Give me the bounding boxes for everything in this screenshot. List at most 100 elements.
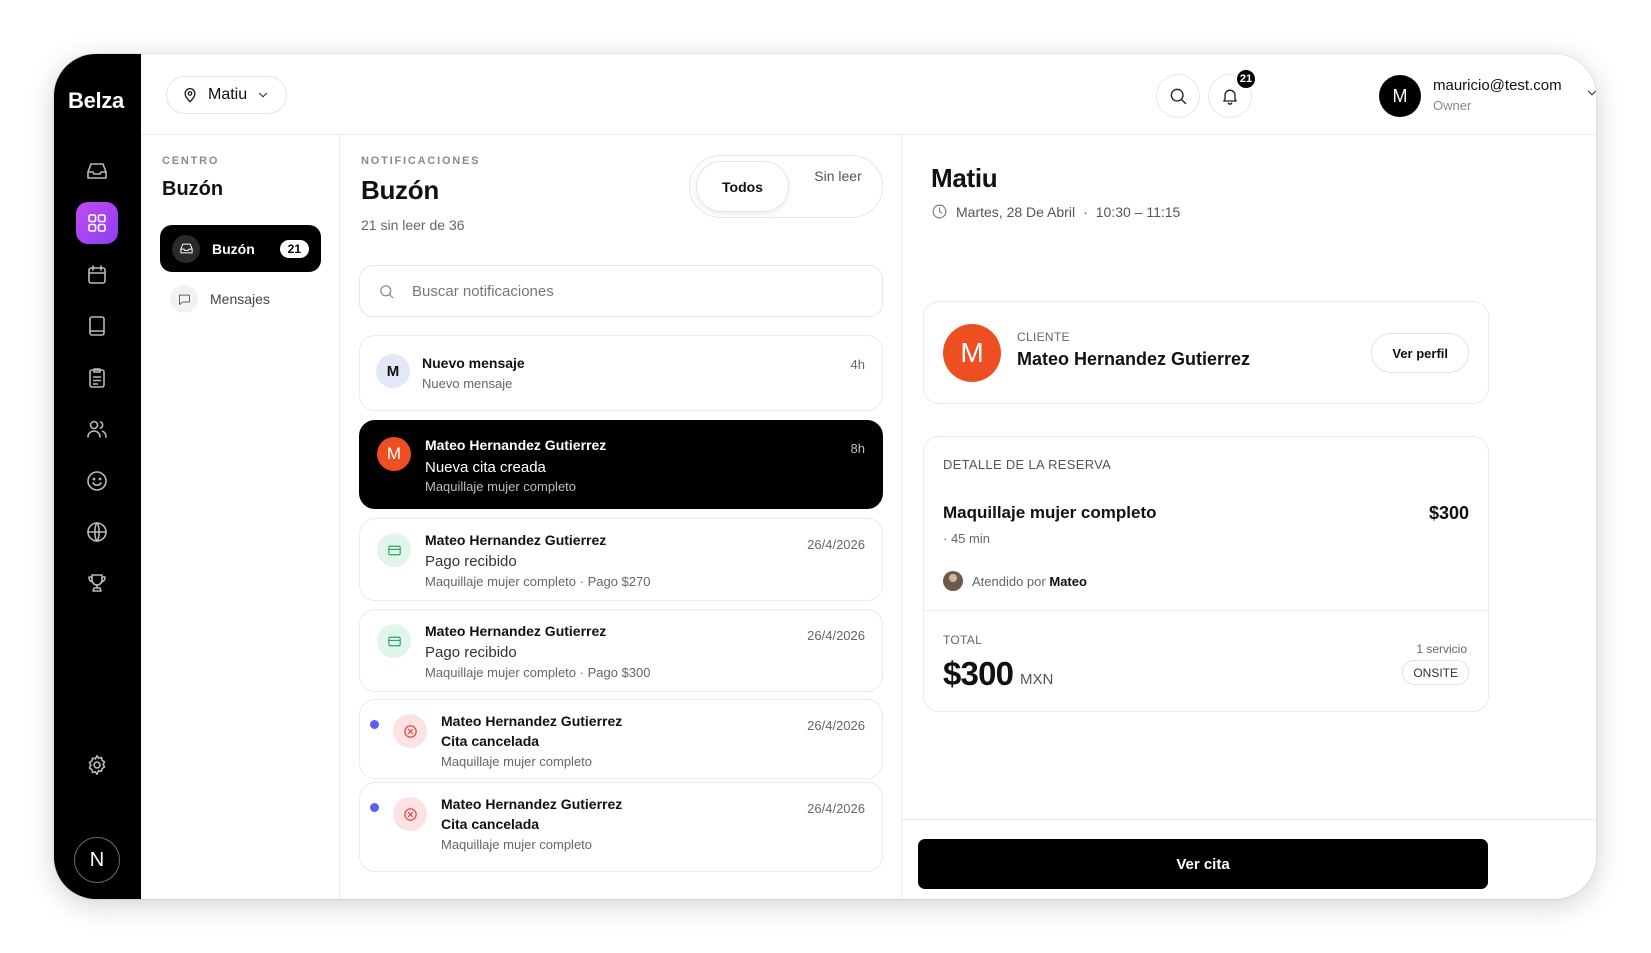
total-eyebrow: TOTAL <box>943 633 983 647</box>
center-eyebrow: CENTRO <box>162 155 220 167</box>
attended-prefix: Atendido por <box>972 573 1046 589</box>
divider <box>902 819 1596 820</box>
rail-calendar[interactable] <box>76 254 118 296</box>
notification-time: 26/4/2026 <box>807 628 865 643</box>
trophy-icon <box>88 574 106 592</box>
payment-icon <box>377 624 411 658</box>
booking-eyebrow: DETALLE DE LA RESERVA <box>943 457 1112 472</box>
sidebar-rail: Belza N <box>54 54 141 899</box>
notification-meta: Maquillaje mujer completo <box>425 479 577 494</box>
smile-icon <box>87 471 107 491</box>
client-eyebrow: CLIENTE <box>1017 330 1070 344</box>
nav-item-messages[interactable]: Mensajes <box>170 285 270 313</box>
app-window: Belza N Matiu 21 M mauricio@test.com Own… <box>54 54 1596 899</box>
book-icon <box>89 316 105 336</box>
nav-item-label: Mensajes <box>210 291 270 307</box>
grid-icon <box>88 214 106 232</box>
notification-item[interactable]: Mateo Hernandez Gutierrez Pago recibido … <box>359 609 883 692</box>
search-icon <box>1170 88 1187 105</box>
notifications-panel: NOTIFICACIONES Buzón 21 sin leer de 36 T… <box>340 135 902 899</box>
rail-clients[interactable] <box>76 408 118 450</box>
rail-website[interactable] <box>76 511 118 553</box>
nav-item-label: Buzón <box>212 240 255 257</box>
notification-item[interactable]: M Nuevo mensaje Nuevo mensaje 4h <box>359 335 883 411</box>
clock-icon <box>932 204 947 219</box>
notification-count-badge: 21 <box>1235 68 1257 90</box>
total-amount: $300 <box>943 655 1014 692</box>
notification-meta: Maquillaje mujer completo <box>441 754 593 769</box>
filter-all-button[interactable]: Todos <box>696 161 789 212</box>
gear-icon <box>88 755 106 775</box>
users-icon <box>87 420 107 438</box>
notification-line: Cita cancelada <box>441 733 540 749</box>
notification-search <box>359 265 883 317</box>
notification-item[interactable]: Mateo Hernandez Gutierrez Pago recibido … <box>359 518 883 601</box>
service-name: Maquillaje mujer completo <box>943 503 1157 522</box>
inbox-icon <box>172 234 200 263</box>
globe-icon <box>87 522 107 542</box>
notifications-title: Buzón <box>361 175 439 205</box>
notification-item-unread[interactable]: Mateo Hernandez Gutierrez Cita cancelada… <box>359 699 883 779</box>
rail-rewards[interactable] <box>76 562 118 604</box>
notification-line: Cita cancelada <box>441 816 540 832</box>
total-currency: MXN <box>1020 671 1054 688</box>
center-panel: CENTRO Buzón Buzón 21 Mensajes <box>141 135 340 899</box>
client-name: Mateo Hernandez Gutierrez <box>1017 349 1251 369</box>
notifications-eyebrow: NOTIFICACIONES <box>361 155 481 167</box>
center-title: Buzón <box>162 178 224 200</box>
calendar-icon <box>88 265 106 284</box>
client-card: M CLIENTE Mateo Hernandez Gutierrez Ver … <box>923 301 1489 404</box>
notification-item-selected[interactable]: M Mateo Hernandez Gutierrez Nueva cita c… <box>359 420 883 509</box>
service-count: 1 servicio <box>1416 642 1467 656</box>
rail-satisfaction[interactable] <box>76 460 118 502</box>
chevron-down-icon <box>1587 90 1596 96</box>
account-avatar[interactable]: N <box>74 837 120 883</box>
user-menu-toggle[interactable] <box>1585 86 1596 105</box>
sender-avatar: M <box>376 354 410 388</box>
divider <box>924 610 1488 611</box>
rail-book[interactable] <box>76 305 118 347</box>
search-button[interactable] <box>1156 74 1200 118</box>
rail-dashboard[interactable] <box>76 202 118 244</box>
notification-time: 4h <box>850 357 865 372</box>
view-appointment-button[interactable]: Ver cita <box>918 839 1488 889</box>
cancel-icon <box>393 797 427 831</box>
notification-line: Pago recibido <box>425 644 517 661</box>
user-avatar[interactable]: M <box>1379 75 1421 117</box>
filter-unread-button[interactable]: Sin leer <box>800 166 876 186</box>
notification-time: 26/4/2026 <box>807 537 865 552</box>
staff-avatar <box>943 571 963 591</box>
datetime-separator: · <box>1083 203 1088 220</box>
notification-time: 26/4/2026 <box>807 801 865 816</box>
unread-dot <box>370 720 379 729</box>
filter-toggle: Todos Sin leer <box>689 155 883 218</box>
chevron-down-icon <box>259 92 268 98</box>
search-input[interactable] <box>412 282 852 300</box>
notifications-button[interactable]: 21 <box>1208 68 1257 118</box>
rail-settings[interactable] <box>76 744 118 786</box>
rail-inbox[interactable] <box>76 150 118 192</box>
mode-badge: ONSITE <box>1402 660 1469 685</box>
service-duration: · 45 min <box>943 531 990 546</box>
notification-item-unread[interactable]: Mateo Hernandez Gutierrez Cita cancelada… <box>359 782 883 872</box>
notification-title: Mateo Hernandez Gutierrez <box>425 437 607 453</box>
view-profile-button[interactable]: Ver perfil <box>1371 333 1469 373</box>
notification-title: Mateo Hernandez Gutierrez <box>441 796 623 812</box>
notification-line: Nuevo mensaje <box>422 376 513 391</box>
notification-meta: Maquillaje mujer completo · Pago $270 <box>425 574 651 589</box>
detail-title: Matiu <box>931 163 998 193</box>
detail-panel: Matiu Martes, 28 De Abril · 10:30 – 11:1… <box>902 135 1596 899</box>
notification-title: Mateo Hernandez Gutierrez <box>425 532 607 548</box>
location-selector[interactable]: Matiu <box>166 76 288 114</box>
cancel-icon <box>393 714 427 748</box>
map-pin-icon <box>184 88 196 103</box>
booking-detail-card: DETALLE DE LA RESERVA Maquillaje mujer c… <box>923 436 1489 712</box>
notification-title: Nuevo mensaje <box>422 355 525 371</box>
notification-line: Nueva cita creada <box>425 459 546 476</box>
user-email: mauricio@test.com <box>1433 77 1562 94</box>
location-label: Matiu <box>208 86 248 103</box>
nav-item-inbox[interactable]: Buzón 21 <box>160 225 321 272</box>
chat-icon <box>170 285 198 313</box>
rail-clipboard[interactable] <box>76 357 118 399</box>
appointment-time: 10:30 – 11:15 <box>1095 203 1181 220</box>
